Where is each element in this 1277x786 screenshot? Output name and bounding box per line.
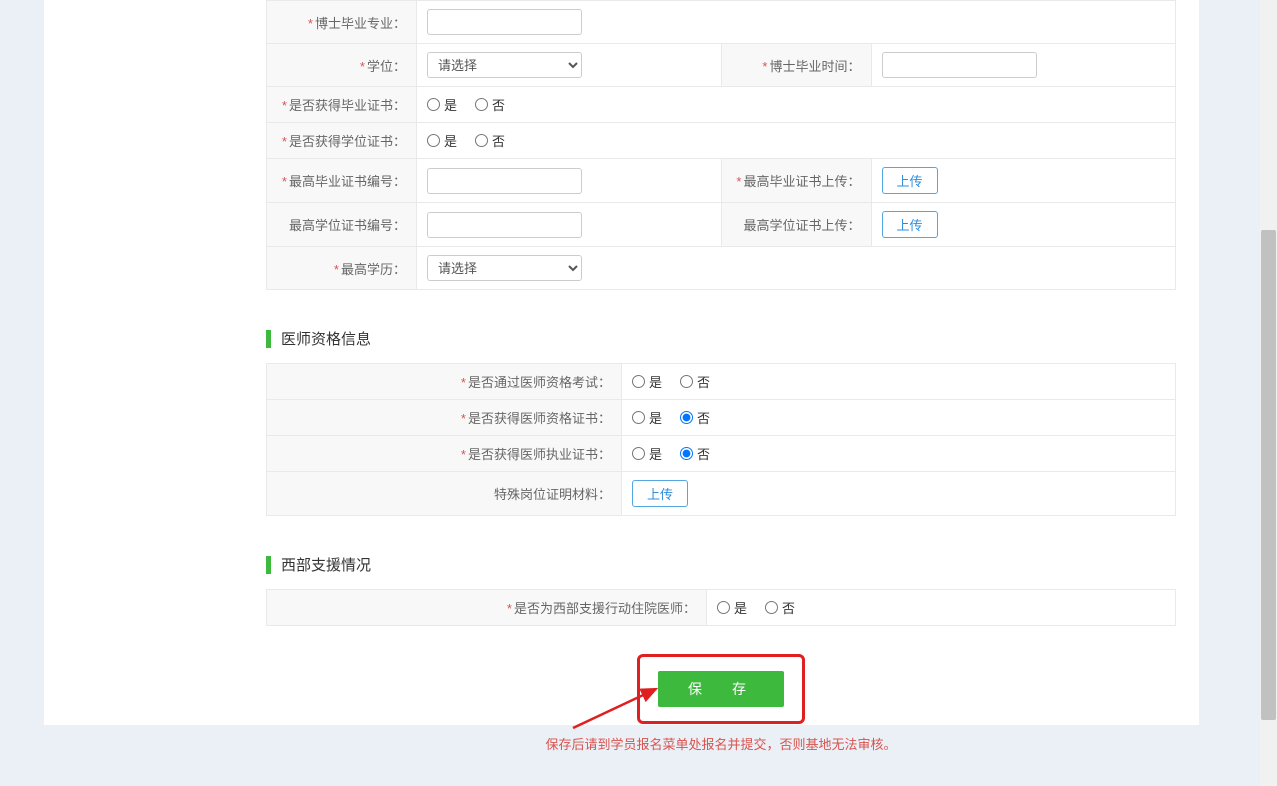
save-highlight-box: 保 存 — [637, 654, 805, 724]
label-top-education: *最高学历： — [267, 247, 417, 290]
label-pass-exam: *是否通过医师资格考试： — [267, 364, 622, 400]
radio-west-yes[interactable]: 是 — [717, 598, 747, 617]
radio-qual-cert-no[interactable]: 否 — [680, 408, 710, 427]
save-note: 保存后请到学员报名菜单处报名并提交，否则基地无法审核。 — [266, 734, 1176, 753]
form-area: *博士毕业专业： *学位： 请选择 *博士毕业时间： — [266, 0, 1176, 753]
section-bar-icon — [266, 556, 271, 574]
table-row: *是否获得毕业证书： 是 否 — [267, 87, 1176, 123]
cell-pass-exam: 是 否 — [622, 364, 1176, 400]
radio-practice-cert-yes[interactable]: 是 — [632, 444, 662, 463]
table-row: 最高学位证书编号： 最高学位证书上传： 上传 — [267, 203, 1176, 247]
label-has-grad-cert: *是否获得毕业证书： — [267, 87, 417, 123]
radio-west-no[interactable]: 否 — [765, 598, 795, 617]
table-row: *是否获得医师资格证书： 是 否 — [267, 400, 1176, 436]
label-phd-grad-time: *博士毕业时间： — [721, 44, 871, 87]
upload-top-grad-cert-button[interactable]: 上传 — [882, 167, 938, 194]
section-west-header: 西部支援情况 — [266, 554, 1176, 575]
table-row: *是否获得医师执业证书： 是 否 — [267, 436, 1176, 472]
label-is-west-support: *是否为西部支援行动住院医师： — [267, 590, 707, 626]
label-top-degree-cert-no: 最高学位证书编号： — [267, 203, 417, 247]
radio-pass-exam-no[interactable]: 否 — [680, 372, 710, 391]
cell-is-west-support: 是 否 — [707, 590, 1176, 626]
degree-select[interactable]: 请选择 — [427, 52, 582, 78]
table-row: *博士毕业专业： — [267, 1, 1176, 44]
radio-grad-cert-yes[interactable]: 是 — [427, 95, 457, 114]
cell-has-degree-cert: 是 否 — [417, 123, 1176, 159]
cell-top-grad-cert-no — [417, 159, 722, 203]
radio-practice-cert-no[interactable]: 否 — [680, 444, 710, 463]
table-row: 特殊岗位证明材料： 上传 — [267, 472, 1176, 516]
table-row: *是否为西部支援行动住院医师： 是 否 — [267, 590, 1176, 626]
table-row: *最高毕业证书编号： *最高毕业证书上传： 上传 — [267, 159, 1176, 203]
radio-pass-exam-yes[interactable]: 是 — [632, 372, 662, 391]
label-has-practice-cert: *是否获得医师执业证书： — [267, 436, 622, 472]
cell-phd-major — [417, 1, 1176, 44]
section-bar-icon — [266, 330, 271, 348]
label-special-post: 特殊岗位证明材料： — [267, 472, 622, 516]
cell-top-grad-cert-upload: 上传 — [871, 159, 1176, 203]
save-area: 保 存 保存后请到学员报名菜单处报名并提交，否则基地无法审核。 — [266, 654, 1176, 753]
cell-top-education: 请选择 — [417, 247, 1176, 290]
scrollbar-track[interactable] — [1260, 0, 1277, 786]
page-root: *博士毕业专业： *学位： 请选择 *博士毕业时间： — [0, 0, 1277, 786]
radio-qual-cert-yes[interactable]: 是 — [632, 408, 662, 427]
cell-degree: 请选择 — [417, 44, 722, 87]
upload-special-post-button[interactable]: 上传 — [632, 480, 688, 507]
table-row: *是否获得学位证书： 是 否 — [267, 123, 1176, 159]
top-degree-cert-no-input[interactable] — [427, 212, 582, 238]
label-has-qual-cert: *是否获得医师资格证书： — [267, 400, 622, 436]
phd-major-input[interactable] — [427, 9, 582, 35]
upload-top-degree-cert-button[interactable]: 上传 — [882, 211, 938, 238]
table-row: *学位： 请选择 *博士毕业时间： — [267, 44, 1176, 87]
section-physician-header: 医师资格信息 — [266, 328, 1176, 349]
main-panel: *博士毕业专业： *学位： 请选择 *博士毕业时间： — [44, 0, 1199, 725]
top-education-select[interactable]: 请选择 — [427, 255, 582, 281]
label-phd-major: *博士毕业专业： — [267, 1, 417, 44]
west-table: *是否为西部支援行动住院医师： 是 否 — [266, 589, 1176, 626]
cell-has-qual-cert: 是 否 — [622, 400, 1176, 436]
label-top-degree-cert-upload: 最高学位证书上传： — [721, 203, 871, 247]
cell-special-post: 上传 — [622, 472, 1176, 516]
label-top-grad-cert-upload: *最高毕业证书上传： — [721, 159, 871, 203]
education-table: *博士毕业专业： *学位： 请选择 *博士毕业时间： — [266, 0, 1176, 290]
save-button[interactable]: 保 存 — [658, 671, 784, 707]
table-row: *最高学历： 请选择 — [267, 247, 1176, 290]
phd-grad-time-input[interactable] — [882, 52, 1037, 78]
section-west-title: 西部支援情况 — [281, 554, 371, 575]
scrollbar-thumb[interactable] — [1261, 230, 1276, 720]
radio-degree-cert-no[interactable]: 否 — [475, 131, 505, 150]
section-physician-title: 医师资格信息 — [281, 328, 371, 349]
cell-top-degree-cert-no — [417, 203, 722, 247]
radio-grad-cert-no[interactable]: 否 — [475, 95, 505, 114]
label-degree: *学位： — [267, 44, 417, 87]
cell-phd-grad-time — [871, 44, 1176, 87]
cell-has-practice-cert: 是 否 — [622, 436, 1176, 472]
label-has-degree-cert: *是否获得学位证书： — [267, 123, 417, 159]
cell-top-degree-cert-upload: 上传 — [871, 203, 1176, 247]
cell-has-grad-cert: 是 否 — [417, 87, 1176, 123]
top-grad-cert-no-input[interactable] — [427, 168, 582, 194]
physician-table: *是否通过医师资格考试： 是 否 *是否获得医师资格证书： 是 否 — [266, 363, 1176, 516]
radio-degree-cert-yes[interactable]: 是 — [427, 131, 457, 150]
label-top-grad-cert-no: *最高毕业证书编号： — [267, 159, 417, 203]
table-row: *是否通过医师资格考试： 是 否 — [267, 364, 1176, 400]
